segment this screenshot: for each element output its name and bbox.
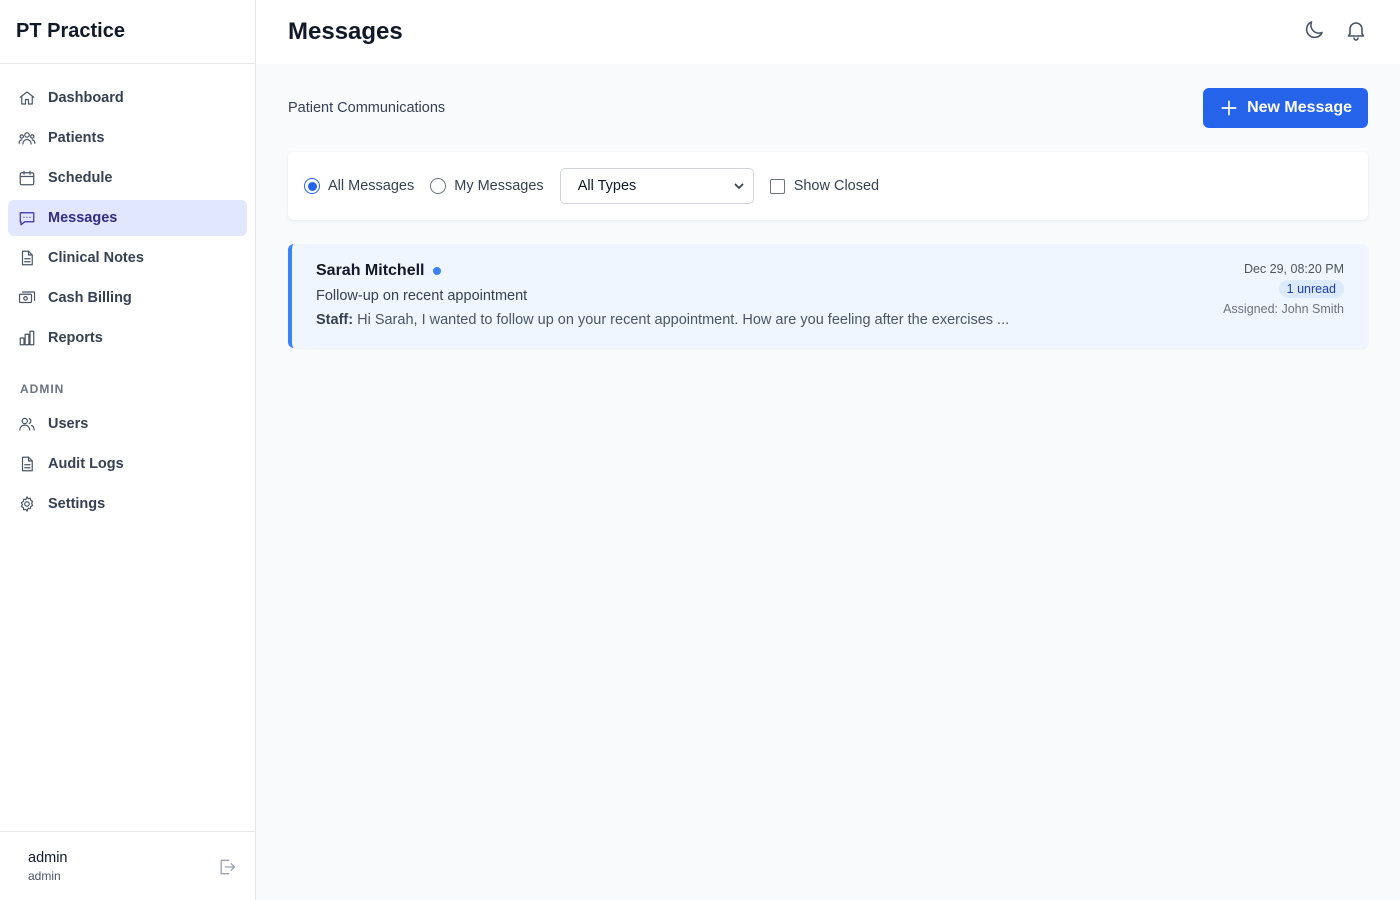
user-role: admin [28, 869, 61, 883]
document-icon [18, 455, 36, 473]
sidebar-item-messages[interactable]: Messages [8, 200, 247, 236]
admin-section-title: ADMIN [20, 382, 65, 396]
message-preview: Staff: Hi Sarah, I wanted to follow up o… [316, 312, 1344, 328]
user-name: admin [28, 850, 68, 866]
content-subheader: Patient Communications New Message [288, 64, 1368, 152]
unread-dot-icon [433, 267, 442, 275]
radio-indicator [430, 178, 447, 194]
sidebar-item-audit-logs[interactable]: Audit Logs [8, 446, 247, 482]
top-header: Messages [256, 0, 1400, 64]
header-actions [1302, 18, 1368, 42]
sidebar-item-label: Audit Logs [48, 456, 124, 472]
sidebar-item-label: Messages [48, 210, 118, 226]
message-subject: Follow-up on recent appointment [316, 288, 528, 304]
main-content: Patient Communications New Message All M… [256, 64, 1400, 900]
chevron-down-icon [734, 183, 744, 189]
checkbox-label: Show Closed [793, 178, 880, 194]
unread-badge: 1 unread [1278, 280, 1344, 298]
radio-my-messages[interactable]: My Messages [430, 178, 544, 194]
sidebar-item-dashboard[interactable]: Dashboard [8, 80, 247, 116]
assigned-to: Assigned: John Smith [1223, 302, 1344, 316]
sidebar-item-label: Patients [48, 130, 105, 146]
message-thread-item[interactable]: Sarah Mitchell Follow-up on recent appoi… [288, 244, 1368, 348]
home-icon [18, 89, 36, 107]
message-preview-text: Hi Sarah, I wanted to follow up on your … [357, 312, 1010, 328]
logout-icon[interactable] [217, 857, 237, 877]
page-title: Messages [288, 18, 403, 45]
chat-bubble-icon [18, 209, 36, 227]
show-closed-checkbox[interactable]: Show Closed [769, 178, 880, 194]
checkbox-box [769, 178, 785, 194]
filter-bar: All Messages My Messages All Types Show … [288, 152, 1368, 220]
radio-label: All Messages [328, 178, 415, 194]
users-icon [18, 415, 36, 433]
sidebar-item-label: Users [48, 416, 89, 432]
sidebar-item-label: Clinical Notes [48, 250, 144, 266]
sidebar-item-label: Reports [48, 330, 103, 346]
sidebar-item-label: Settings [48, 496, 106, 512]
radio-indicator [304, 178, 320, 194]
main-nav: Dashboard Patients Schedule Messages Cli… [0, 64, 255, 522]
app-brand: PT Practice [0, 0, 255, 64]
sidebar-item-schedule[interactable]: Schedule [8, 160, 247, 196]
sidebar-item-users[interactable]: Users [8, 406, 247, 442]
sidebar-item-settings[interactable]: Settings [8, 486, 247, 522]
cash-icon [18, 289, 36, 307]
type-select[interactable]: All Types [559, 168, 754, 204]
sidebar-item-cash-billing[interactable]: Cash Billing [8, 280, 247, 316]
gear-icon [18, 495, 36, 513]
bar-chart-icon [18, 329, 36, 347]
sidebar-item-reports[interactable]: Reports [8, 320, 247, 356]
moon-icon[interactable] [1302, 18, 1326, 42]
users-group-icon [18, 129, 36, 147]
message-meta: Dec 29, 08:20 PM 1 unread Assigned: John… [1223, 262, 1344, 316]
calendar-icon [18, 169, 36, 187]
sidebar-item-label: Cash Billing [48, 290, 132, 306]
new-message-label: New Message [1247, 99, 1352, 116]
patient-name: Sarah Mitchell [316, 262, 425, 279]
user-profile: admin admin [0, 831, 255, 900]
radio-label: My Messages [454, 178, 544, 194]
plus-icon [1221, 100, 1237, 116]
message-sender: Staff: [316, 312, 354, 328]
new-message-button[interactable]: New Message [1203, 88, 1368, 128]
document-icon [18, 249, 36, 267]
radio-all-messages[interactable]: All Messages [304, 178, 414, 194]
message-date: Dec 29, 08:20 PM [1243, 262, 1344, 276]
sidebar-item-label: Schedule [48, 170, 113, 186]
section-subtitle: Patient Communications [288, 100, 446, 116]
sidebar-item-clinical-notes[interactable]: Clinical Notes [8, 240, 247, 276]
bell-icon[interactable] [1344, 18, 1368, 42]
sidebar-item-label: Dashboard [48, 90, 124, 106]
type-select-value: All Types [577, 178, 637, 194]
message-header: Sarah Mitchell [316, 262, 1344, 280]
sidebar-item-patients[interactable]: Patients [8, 120, 247, 156]
sidebar: PT Practice Dashboard Patients Schedule … [0, 0, 256, 900]
